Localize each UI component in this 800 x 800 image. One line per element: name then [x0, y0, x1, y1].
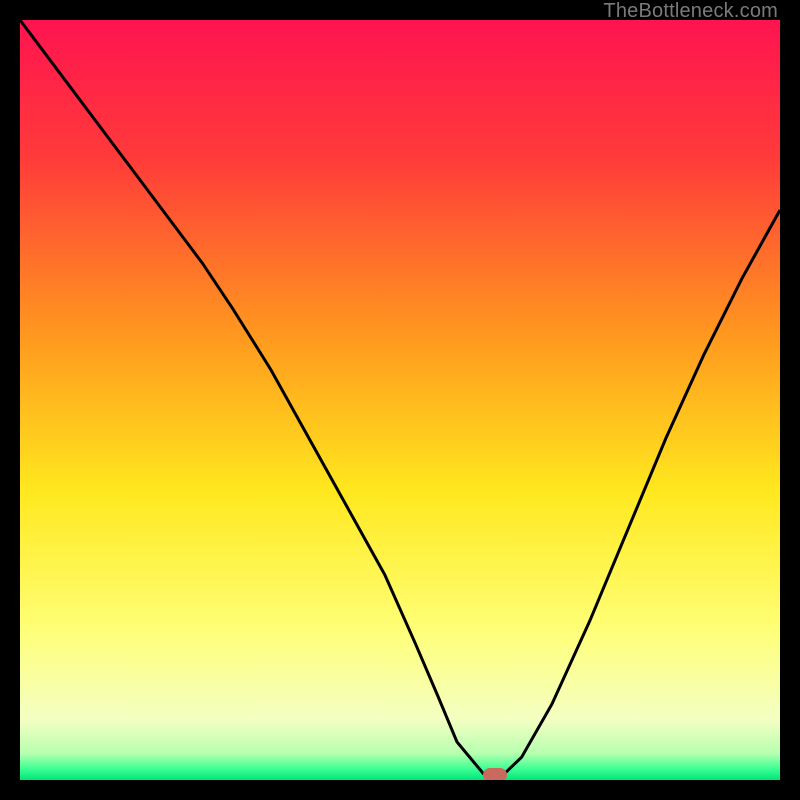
curve-layer	[20, 20, 780, 780]
watermark-text: TheBottleneck.com	[603, 0, 778, 23]
plot-area	[20, 20, 780, 780]
chart-frame: TheBottleneck.com	[0, 0, 800, 800]
highlight-marker	[483, 768, 507, 780]
bottleneck-curve	[20, 20, 780, 775]
